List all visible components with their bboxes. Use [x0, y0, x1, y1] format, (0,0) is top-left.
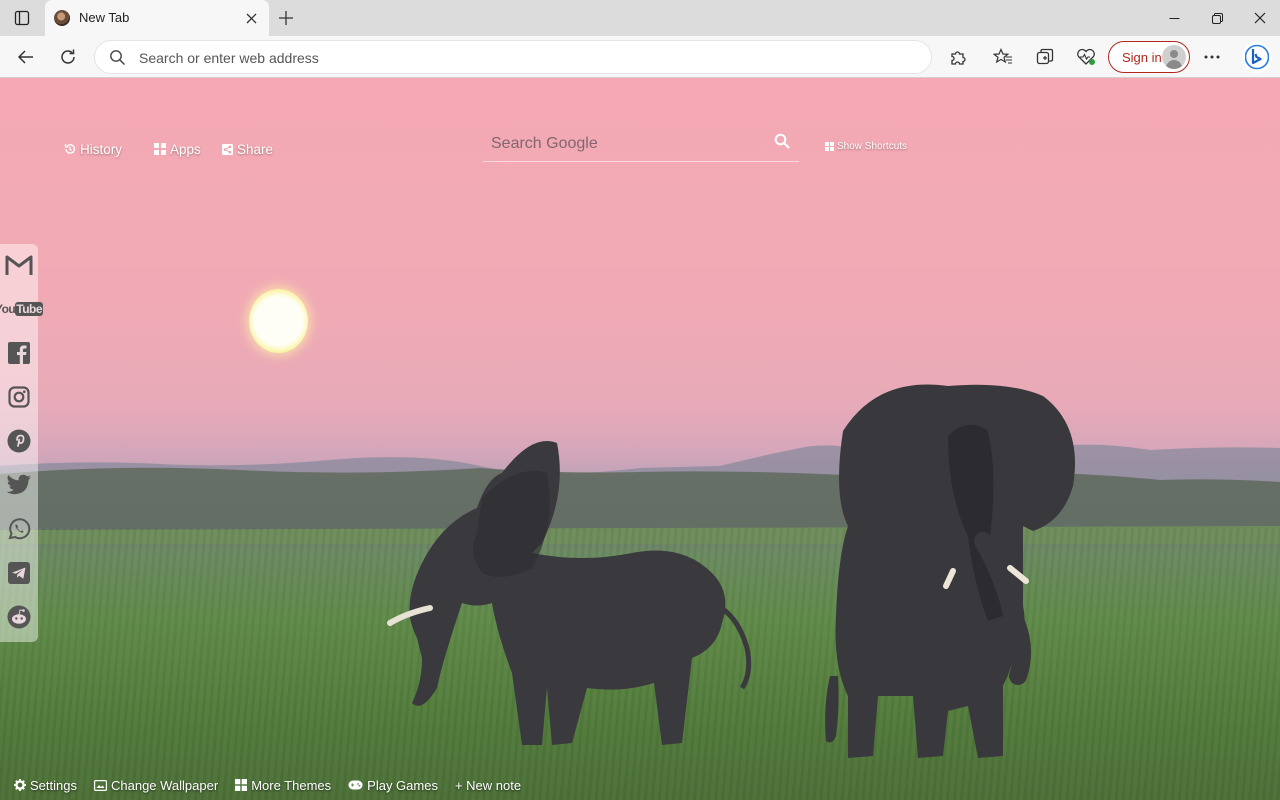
browser-essentials-button[interactable] — [1072, 43, 1100, 71]
back-arrow-icon — [17, 50, 33, 64]
bing-logo-icon — [1245, 44, 1269, 70]
close-icon — [246, 13, 256, 23]
change-wallpaper-label: Change Wallpaper — [110, 777, 219, 793]
new-note-label: + New note — [454, 777, 522, 793]
refresh-button[interactable] — [54, 43, 82, 71]
restore-button[interactable] — [1202, 3, 1232, 33]
search-icon — [774, 133, 790, 149]
facebook-icon — [8, 342, 30, 364]
show-shortcuts-button[interactable]: Show Shortcuts — [825, 141, 907, 152]
address-input[interactable] — [139, 47, 899, 69]
plus-icon — [279, 11, 293, 25]
search-icon — [109, 49, 126, 71]
shortcuts-grid-icon — [825, 142, 834, 151]
new-note-link[interactable]: + New note — [455, 778, 521, 793]
telegram-icon — [8, 562, 30, 584]
social-youtube-link[interactable]: YouTube — [0, 294, 44, 324]
elephant-small-image — [387, 441, 752, 745]
google-search-box[interactable] — [483, 126, 799, 162]
tab-title: New Tab — [79, 10, 130, 25]
more-themes-label: More Themes — [251, 777, 332, 793]
bottom-toolbar: Settings Change Wallpaper More Themes Pl… — [14, 775, 521, 795]
share-label: Share — [237, 141, 274, 157]
gamepad-icon — [348, 780, 363, 790]
show-shortcuts-label: Show Shortcuts — [837, 141, 908, 152]
social-twitter-link[interactable] — [4, 470, 34, 500]
reddit-icon — [7, 605, 31, 629]
collections-button[interactable] — [1031, 43, 1059, 71]
back-button[interactable] — [12, 43, 40, 71]
social-telegram-link[interactable] — [4, 558, 34, 588]
instagram-icon — [8, 386, 30, 408]
tab-new-tab[interactable]: New Tab — [45, 0, 269, 36]
more-horizontal-icon — [1204, 55, 1220, 59]
social-instagram-link[interactable] — [4, 382, 34, 412]
gmail-icon — [5, 255, 33, 275]
google-search-button[interactable] — [771, 130, 793, 152]
star-list-icon — [993, 48, 1012, 64]
wallpaper-icon — [93, 779, 107, 791]
collections-icon — [1036, 48, 1054, 65]
social-pinterest-link[interactable] — [4, 426, 34, 456]
settings-label: Settings — [30, 777, 77, 793]
tab-actions-icon — [14, 10, 30, 26]
settings-link[interactable]: Settings — [14, 778, 77, 793]
share-icon — [222, 143, 233, 155]
play-games-link[interactable]: Play Games — [348, 778, 438, 793]
tab-favicon-icon — [54, 10, 70, 26]
apps-link[interactable]: Apps — [154, 140, 201, 158]
tab-actions-button[interactable] — [8, 7, 36, 29]
refresh-icon — [61, 49, 75, 64]
apps-label: Apps — [170, 141, 201, 157]
history-link[interactable]: History — [64, 140, 122, 158]
avatar — [1162, 45, 1186, 69]
change-wallpaper-link[interactable]: Change Wallpaper — [93, 777, 219, 793]
favorites-button[interactable] — [989, 43, 1017, 71]
social-sidebar: YouTube — [0, 244, 44, 642]
extensions-button[interactable] — [944, 43, 972, 71]
history-icon — [64, 144, 76, 154]
close-window-button[interactable] — [1245, 3, 1275, 33]
themes-grid-icon — [235, 779, 248, 791]
youtube-wordmark-tube: Tube — [15, 302, 44, 316]
new-tab-page: History Apps Share Show Shortcuts YouTub… — [0, 78, 1280, 800]
copilot-button[interactable] — [1242, 41, 1272, 73]
twitter-icon — [6, 474, 31, 495]
google-search-input[interactable] — [491, 132, 761, 156]
new-tab-button[interactable] — [274, 6, 298, 30]
sign-in-button[interactable]: Sign in — [1108, 41, 1190, 73]
apps-grid-icon — [154, 143, 166, 155]
social-facebook-link[interactable] — [4, 338, 34, 368]
sign-in-label: Sign in — [1122, 50, 1162, 65]
youtube-icon: YouTube — [0, 302, 44, 316]
puzzle-icon — [951, 51, 966, 65]
close-icon — [1254, 12, 1266, 24]
sun — [249, 289, 308, 353]
share-link[interactable]: Share — [222, 140, 273, 158]
play-games-label: Play Games — [367, 777, 438, 793]
minimize-button[interactable] — [1159, 3, 1189, 33]
whatsapp-icon — [8, 518, 31, 540]
address-bar[interactable] — [94, 40, 932, 74]
social-whatsapp-link[interactable] — [4, 514, 34, 544]
youtube-wordmark-you: You — [0, 302, 16, 316]
tab-close-button[interactable] — [241, 8, 261, 28]
tab-strip: New Tab — [0, 0, 1280, 36]
history-label: History — [80, 141, 123, 157]
elephant-large-image — [825, 384, 1075, 758]
social-reddit-link[interactable] — [4, 602, 34, 632]
social-gmail-link[interactable] — [4, 250, 34, 280]
heart-pulse-icon — [1077, 48, 1095, 65]
restore-icon — [1211, 12, 1223, 24]
minimize-icon — [1169, 17, 1179, 19]
more-themes-link[interactable]: More Themes — [235, 778, 331, 793]
browser-toolbar: Sign in — [0, 36, 1280, 78]
more-menu-button[interactable] — [1198, 43, 1226, 71]
gear-icon — [14, 779, 26, 791]
pinterest-icon — [7, 429, 31, 453]
